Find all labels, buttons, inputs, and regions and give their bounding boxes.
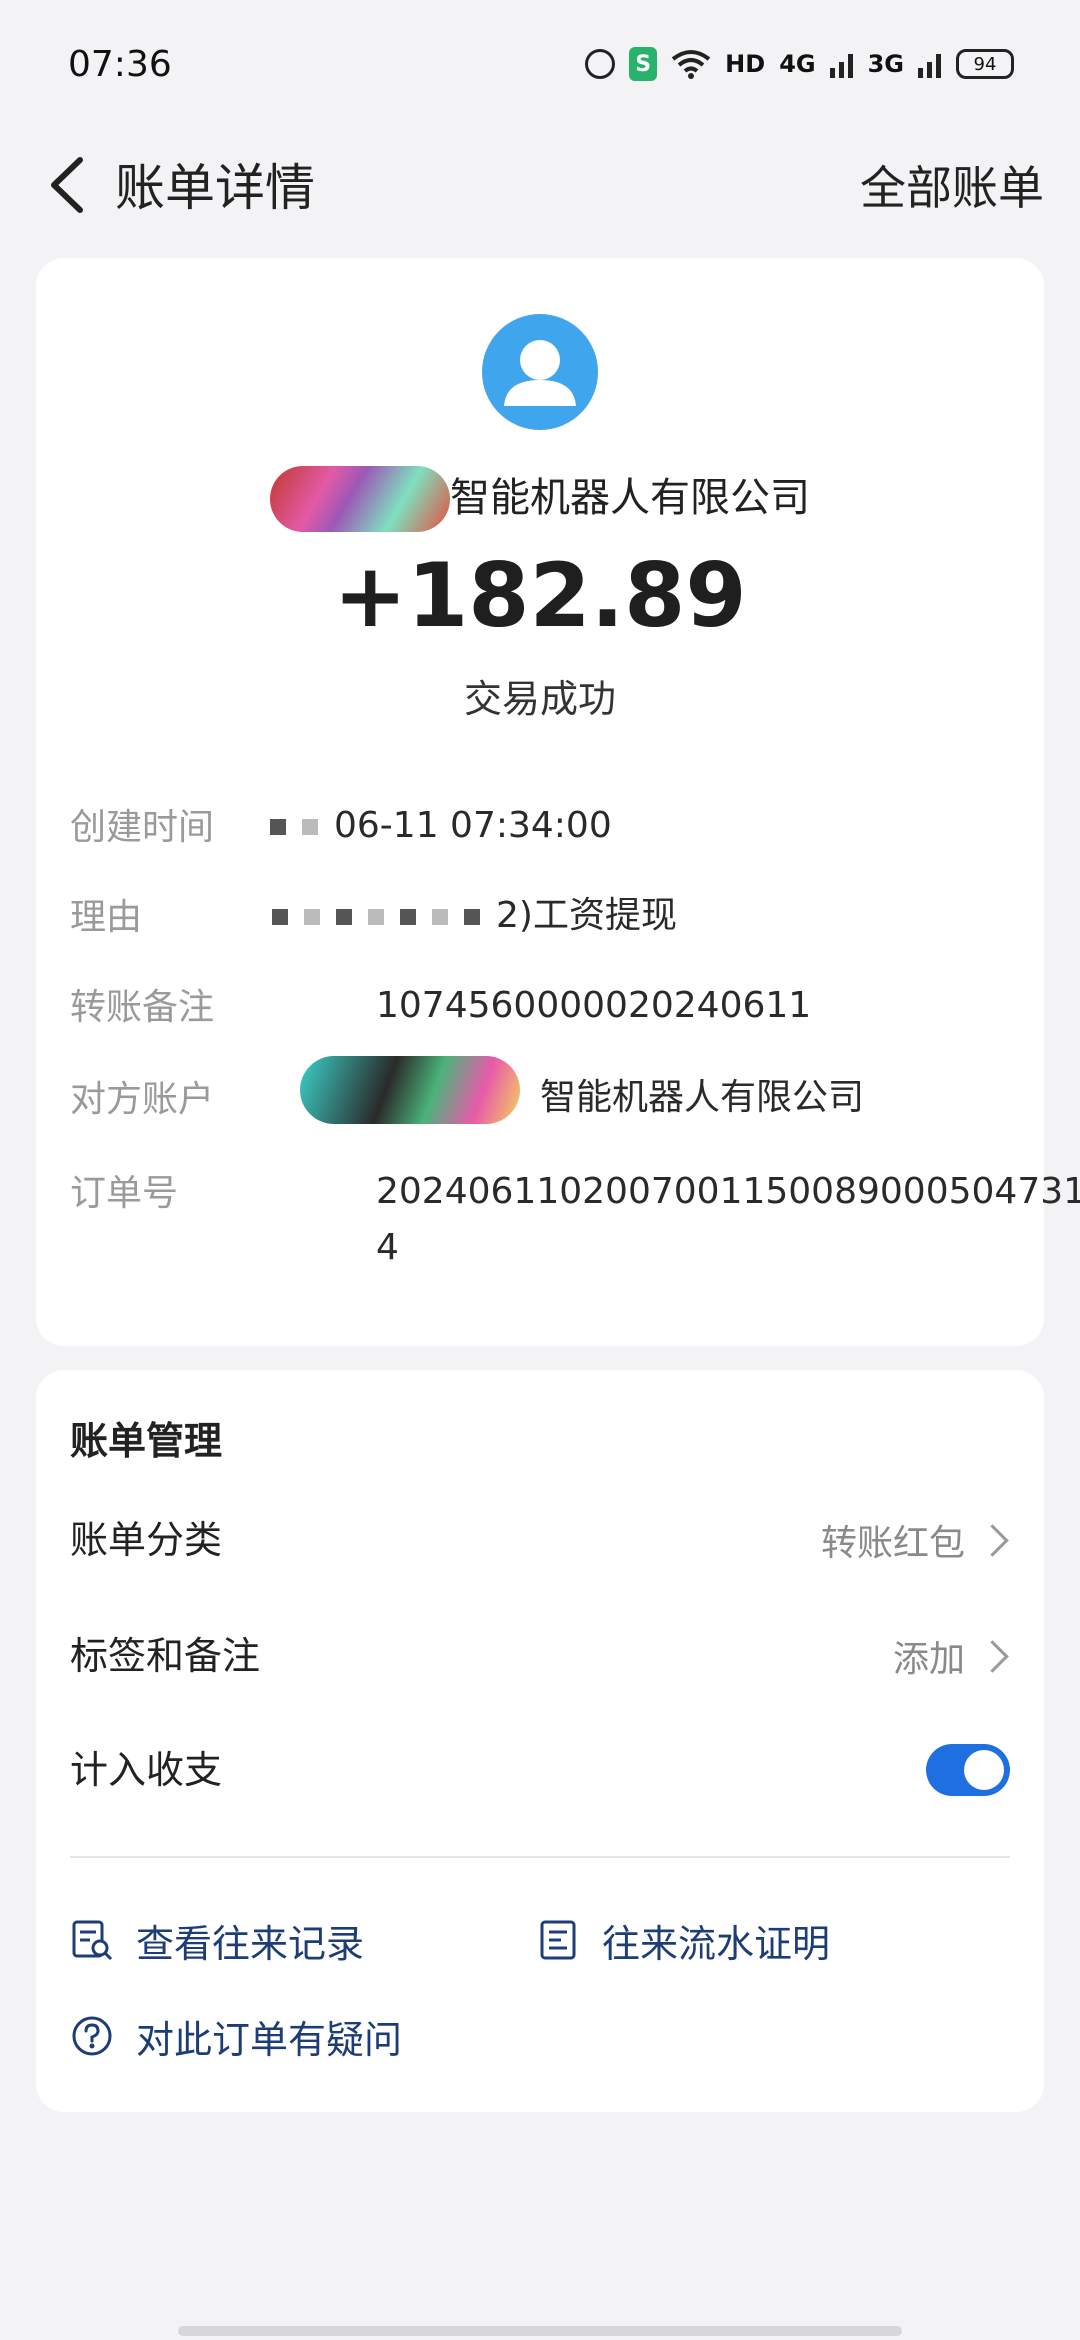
divider [70, 1856, 1010, 1858]
document-icon [540, 1920, 576, 1960]
shield-app-icon: S [629, 47, 658, 81]
status-icons: S HD 4G 3G 94 [585, 44, 1014, 84]
detail-value: 2)工资提现 [496, 895, 677, 936]
battery-icon: 94 [956, 49, 1014, 79]
home-indicator[interactable] [178, 2326, 902, 2336]
chevron-right-icon [976, 1523, 1009, 1557]
transaction-status: 交易成功 [463, 677, 616, 721]
network-label: HD [725, 50, 766, 78]
battery-level: 94 [973, 53, 997, 75]
bill-detail-card: 智能机器人有限公司 +182.89 交易成功 创建时间 06-11 07:34:… [36, 258, 1080, 1346]
payee-label: 智能机器人有限公司 [450, 475, 810, 521]
question-circle-icon [72, 2016, 112, 2056]
include-row: 计入收支 [70, 1740, 1010, 1800]
include-toggle[interactable] [926, 1744, 1010, 1796]
page-title: 账单详情 [115, 159, 315, 217]
chevron-left-icon[interactable] [36, 150, 100, 220]
wifi-icon [671, 50, 711, 79]
tags-row[interactable]: 标签和备注 添加 [70, 1626, 1010, 1686]
statement-proof-link[interactable]: 往来流水证明 [536, 1910, 830, 1970]
order-number-cont: 4 [376, 1227, 399, 1268]
chevron-right-icon [976, 1639, 1009, 1673]
payee-name: 智能机器人有限公司 [36, 458, 1044, 538]
category-row[interactable]: 账单分类 转账红包 [70, 1510, 1010, 1570]
detail-label: 订单号 [70, 1173, 179, 1214]
category-label: 账单分类 [70, 1518, 223, 1562]
redacted-pixel [400, 909, 416, 925]
redacted-mask [270, 466, 450, 532]
detail-label: 转账备注 [70, 987, 215, 1028]
detail-label: 理由 [70, 897, 143, 938]
link-label: 对此订单有疑问 [136, 2017, 403, 2062]
link-label: 查看往来记录 [136, 1921, 365, 1966]
user-icon [482, 314, 598, 430]
link-label: 往来流水证明 [602, 1921, 831, 1966]
toggle-knob [964, 1750, 1004, 1790]
detail-value: 06-11 07:34:00 [334, 805, 612, 846]
order-question-link[interactable]: 对此订单有疑问 [70, 2006, 402, 2066]
category-value: 转账红包 [820, 1523, 965, 1564]
record-search-icon [72, 1920, 113, 1961]
amount: +182.89 [333, 544, 747, 647]
redacted-pixel [336, 909, 352, 925]
signal-icon [829, 54, 853, 78]
redacted-pixel [464, 909, 480, 925]
redacted-pixel [368, 909, 384, 925]
top-nav: 账单详情 全部账单 [0, 130, 1080, 240]
order-number: 2024061102007001150089000504731 [376, 1171, 1080, 1212]
signal-3g-label: 3G [867, 50, 904, 78]
signal-icon [918, 54, 941, 78]
redacted-pixel [272, 909, 288, 925]
tags-value: 添加 [892, 1639, 965, 1680]
status-time: 07:36 [68, 44, 172, 85]
view-records-link[interactable]: 查看往来记录 [70, 1910, 364, 1970]
detail-value: 智能机器人有限公司 [540, 1077, 865, 1118]
include-label: 计入收支 [70, 1748, 223, 1792]
all-bills-link[interactable]: 全部账单 [860, 152, 1044, 218]
status-bar: 07:36 S HD 4G 3G 94 [0, 0, 1080, 130]
redacted-mask [300, 1056, 520, 1124]
detail-value: 1074560000020240611 [376, 985, 812, 1026]
signal-4g-label: 4G [779, 50, 816, 78]
redacted-pixel [270, 819, 286, 835]
redacted-pixel [432, 909, 448, 925]
bill-management-card: 账单管理 账单分类 转账红包 标签和备注 添加 计入收支 查看往来记录 往来流水… [36, 1370, 1044, 2112]
section-title: 账单管理 [70, 1419, 223, 1463]
alarm-icon [585, 49, 616, 79]
detail-label: 对方账户 [70, 1079, 215, 1120]
redacted-pixel [304, 909, 320, 925]
detail-label: 创建时间 [70, 807, 215, 848]
tags-label: 标签和备注 [70, 1634, 261, 1678]
redacted-pixel [302, 819, 318, 835]
